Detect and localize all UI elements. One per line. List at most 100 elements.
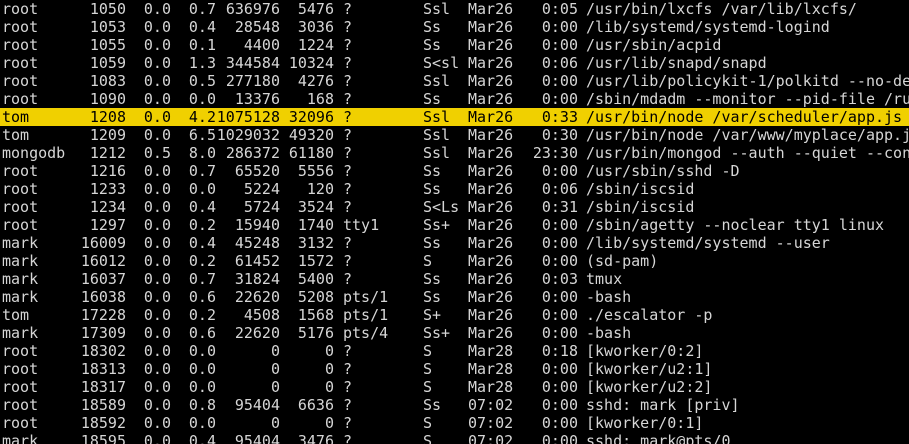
process-mem: 0.6 <box>188 324 216 342</box>
process-cmd: ./escalator -p <box>586 306 713 324</box>
process-vsz: 95404 <box>234 432 280 444</box>
process-stat: Ss+ <box>423 216 451 234</box>
process-row[interactable]: mark 16009 0.0 0.4 45248 3132? Ss Mar26 0:00/lib… <box>0 234 909 252</box>
process-user: mark <box>2 324 39 342</box>
process-cmd: /sbin/iscsid <box>586 180 695 198</box>
process-rss: 3524 <box>297 198 334 216</box>
process-row[interactable]: root 1234 0.0 0.4 5724 3524? S<Ls Mar26 0:31/sbi… <box>0 198 909 216</box>
process-mem: 4.2 <box>188 108 216 126</box>
process-tty: ? <box>343 234 353 252</box>
process-rss: 5476 <box>297 0 334 18</box>
process-tty: ? <box>343 36 353 54</box>
process-mem: 0.0 <box>188 342 216 360</box>
process-cpu: 0.0 <box>143 54 171 72</box>
process-row[interactable]: mark 18595 0.0 0.4 95404 3476? S 07:02 0:00 sshd:… <box>0 432 909 444</box>
process-row[interactable]: root 18589 0.0 0.8 95404 6636? Ss 07:02 0:00 sshd… <box>0 396 909 414</box>
process-row[interactable]: root 1233 0.0 0.0 5224 120? Ss Mar26 0:06/sbin/i… <box>0 180 909 198</box>
process-row[interactable]: mark 17309 0.0 0.6 22620 5176 pts/4 Ss+ Mar26 0:0… <box>0 324 909 342</box>
process-row[interactable]: root 18302 0.0 0.0 0 0? S Mar28 0:18 [kworker/0:2… <box>0 342 909 360</box>
process-pid: 18313 <box>80 360 126 378</box>
process-user: tom <box>2 306 30 324</box>
process-cmd: /usr/bin/lxcfs /var/lib/lxcfs/ <box>586 0 857 18</box>
process-row[interactable]: root 1055 0.0 0.1 4400 1224? Ss Mar26 0:00/usr/s… <box>0 36 909 54</box>
process-time: 0:03 <box>541 270 578 288</box>
process-rss: 3132 <box>297 234 334 252</box>
process-row-selected[interactable]: tom 1208 0.0 4.2 1075128 32096? Ssl Mar26 0:33/u… <box>0 108 909 126</box>
process-stat: Ssl <box>423 0 451 18</box>
process-mem: 0.7 <box>188 270 216 288</box>
process-mem: 0.5 <box>188 72 216 90</box>
process-start: 07:02 <box>468 414 514 432</box>
process-user: mark <box>2 270 39 288</box>
process-cpu: 0.0 <box>143 36 171 54</box>
process-rss: 0 <box>324 342 334 360</box>
process-rss: 6636 <box>297 396 334 414</box>
process-time: 0:00 <box>541 252 578 270</box>
process-rss: 1224 <box>297 36 334 54</box>
process-vsz: 5224 <box>243 180 280 198</box>
process-row[interactable]: root 1090 0.0 0.0 13376 168? Ss Mar26 0:00/sbin/… <box>0 90 909 108</box>
process-vsz: 286372 <box>225 144 280 162</box>
process-cpu: 0.0 <box>143 288 171 306</box>
process-tty: tty1 <box>343 216 380 234</box>
process-cpu: 0.0 <box>143 198 171 216</box>
process-row[interactable]: root 1083 0.0 0.5 277180 4276? Ssl Mar26 0:00/us… <box>0 72 909 90</box>
process-pid: 1055 <box>89 36 126 54</box>
process-row[interactable]: mongodb 1212 0.5 8.0 286372 61180? Ssl Mar26 23:… <box>0 144 909 162</box>
process-start: Mar26 <box>468 216 514 234</box>
process-time: 0:00 <box>541 234 578 252</box>
process-time: 0:06 <box>541 180 578 198</box>
process-row[interactable]: mark 16038 0.0 0.6 22620 5208 pts/1 Ss Mar26 0:00… <box>0 288 909 306</box>
process-stat: S <box>423 252 433 270</box>
process-row[interactable]: root 1053 0.0 0.4 28548 3036? Ss Mar26 0:00/lib/… <box>0 18 909 36</box>
process-row[interactable]: mark 16012 0.0 0.2 61452 1572? S Mar26 0:00 (sd-p… <box>0 252 909 270</box>
process-cmd: /lib/systemd/systemd --user <box>586 234 830 252</box>
process-row[interactable]: root 18592 0.0 0.0 0 0? S 07:02 0:00 [kworker/0:1… <box>0 414 909 432</box>
process-cmd: /lib/systemd/systemd-logind <box>586 18 830 36</box>
process-rss: 5208 <box>297 288 334 306</box>
process-cpu: 0.0 <box>143 306 171 324</box>
process-rss: 5556 <box>297 162 334 180</box>
process-pid: 17228 <box>80 306 126 324</box>
process-stat: S <box>423 432 433 444</box>
process-rss: 1740 <box>297 216 334 234</box>
process-mem: 0.6 <box>188 288 216 306</box>
process-time: 0:00 <box>541 90 578 108</box>
process-cpu: 0.0 <box>143 90 171 108</box>
process-user: root <box>2 54 39 72</box>
process-row[interactable]: root 18313 0.0 0.0 0 0? S Mar28 0:00 [kworker/u2:… <box>0 360 909 378</box>
process-cmd: [kworker/u2:1] <box>586 360 713 378</box>
process-vsz: 0 <box>270 360 280 378</box>
process-vsz: 95404 <box>234 396 280 414</box>
process-rss: 3476 <box>297 432 334 444</box>
process-mem: 0.1 <box>188 36 216 54</box>
process-tty: pts/4 <box>343 324 389 342</box>
process-vsz: 31824 <box>234 270 280 288</box>
process-rss: 5400 <box>297 270 334 288</box>
process-mem: 0.7 <box>188 0 216 18</box>
terminal-window[interactable]: root 1050 0.0 0.7 636976 5476? Ssl Mar26 0:05/us… <box>0 0 909 444</box>
process-tty: ? <box>343 378 353 396</box>
process-stat: S <box>423 342 433 360</box>
process-row[interactable]: root 1297 0.0 0.2 15940 1740 tty1 Ss+ Mar26 0:00 /… <box>0 216 909 234</box>
process-user: root <box>2 72 39 90</box>
process-tty: ? <box>343 432 353 444</box>
process-row[interactable]: root 1059 0.0 1.3 344584 10324? S<sl Mar26 0:06 /… <box>0 54 909 72</box>
process-start: Mar26 <box>468 270 514 288</box>
process-time: 0:00 <box>541 72 578 90</box>
process-row[interactable]: root 1216 0.0 0.7 65520 5556? Ss Mar26 0:00/usr/… <box>0 162 909 180</box>
process-row[interactable]: root 1050 0.0 0.7 636976 5476? Ssl Mar26 0:05/us… <box>0 0 909 18</box>
process-rss: 1572 <box>297 252 334 270</box>
process-user: root <box>2 198 39 216</box>
process-vsz: 28548 <box>234 18 280 36</box>
process-row[interactable]: tom 1209 0.0 6.5 1029032 49320? Ssl Mar26 0:30/u… <box>0 126 909 144</box>
process-rss: 61180 <box>288 144 334 162</box>
process-mem: 0.4 <box>188 198 216 216</box>
process-vsz: 277180 <box>225 72 280 90</box>
process-row[interactable]: root 18317 0.0 0.0 0 0? S Mar28 0:00 [kworker/u2:… <box>0 378 909 396</box>
process-rss: 168 <box>306 90 334 108</box>
process-row[interactable]: mark 16037 0.0 0.7 31824 5400? Ss Mar26 0:03 tmux <box>0 270 909 288</box>
process-mem: 0.0 <box>188 378 216 396</box>
process-pid: 18592 <box>80 414 126 432</box>
process-row[interactable]: tom 17228 0.0 0.2 4508 1568 pts/1 S+ Mar26 0:00 ./… <box>0 306 909 324</box>
